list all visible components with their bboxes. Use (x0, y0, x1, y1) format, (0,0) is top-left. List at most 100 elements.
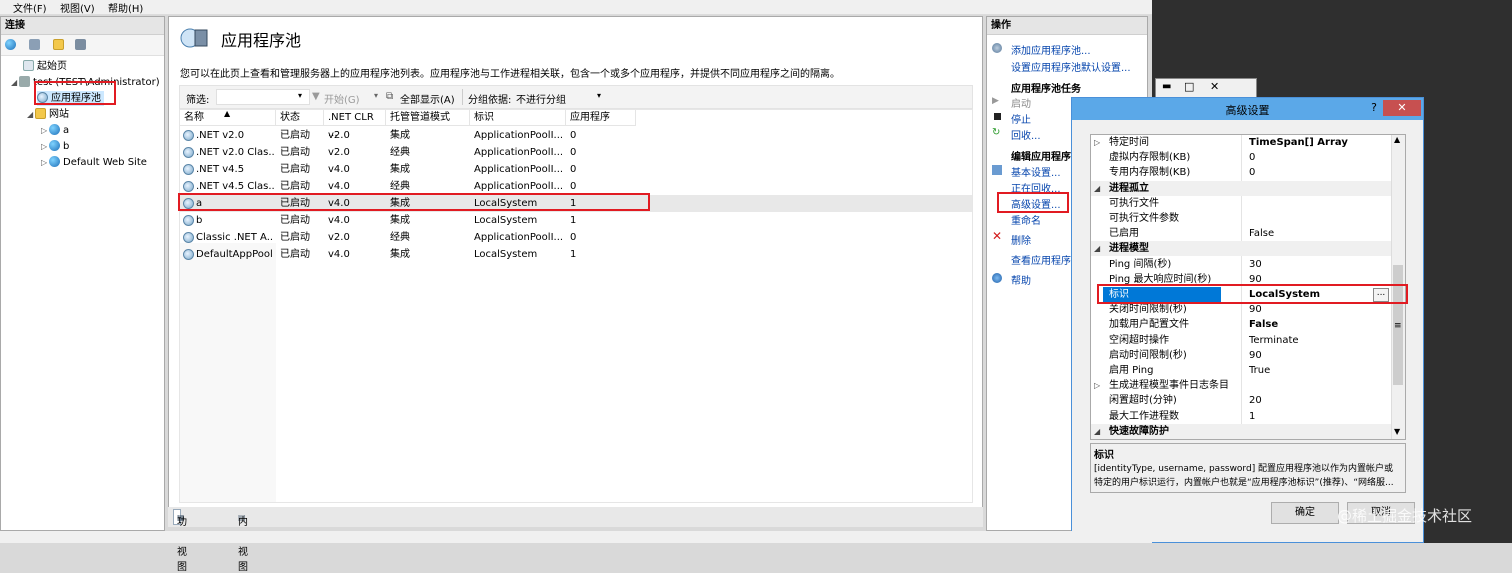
show-all-button[interactable]: 全部显示(A) (400, 91, 455, 106)
tree-item-site-a[interactable]: ▷ a (41, 123, 69, 138)
property-value[interactable]: 90 (1249, 302, 1262, 317)
collapse-arrow-icon[interactable]: ◢ (1094, 424, 1100, 439)
dialog-close-button[interactable]: ✕ (1383, 100, 1421, 116)
basic-settings-icon (992, 165, 1002, 175)
expand-arrow-icon[interactable]: ▷ (41, 155, 49, 170)
property-row[interactable]: 已启用 False (1091, 226, 1391, 241)
dialog-help-button[interactable]: ? (1366, 100, 1382, 116)
expand-arrow-icon[interactable]: ▷ (41, 123, 49, 138)
group-by-dropdown-icon[interactable]: ▾ (597, 91, 601, 100)
property-category[interactable]: ◢ 快速故障防护 (1091, 423, 1391, 439)
toolbar-separator (462, 89, 463, 105)
expand-arrow-icon[interactable]: ▷ (1094, 135, 1100, 150)
collapse-arrow-icon[interactable]: ◢ (11, 75, 19, 90)
connect-globe-icon[interactable] (5, 39, 16, 50)
property-row[interactable]: 关闭时间限制(秒) 90 (1091, 302, 1391, 317)
disconnect-icon[interactable] (75, 39, 86, 50)
property-row[interactable]: 可执行文件参数 (1091, 211, 1391, 226)
property-category[interactable]: ◢ 进程孤立 (1091, 180, 1391, 196)
tree-item-start-page[interactable]: 起始页 (23, 59, 67, 74)
property-value[interactable]: 0 (1249, 150, 1255, 165)
expand-arrow-icon[interactable]: ▷ (41, 139, 49, 154)
save-icon[interactable] (29, 39, 40, 50)
property-name: 加载用户配置文件 (1109, 319, 1189, 331)
property-row[interactable]: 可执行文件 (1091, 196, 1391, 211)
tree-item-default-web-site[interactable]: ▷ Default Web Site (41, 155, 147, 170)
property-value[interactable]: Terminate (1249, 333, 1299, 348)
tree-item-site-b[interactable]: ▷ b (41, 139, 69, 154)
column-header-clr[interactable]: .NET CLR ... (324, 110, 386, 139)
property-name: 可执行文件 (1109, 197, 1159, 209)
property-value[interactable]: 1 (1249, 409, 1255, 424)
property-row[interactable]: 专用内存限制(KB) 0 (1091, 165, 1391, 180)
table-row[interactable]: .NET v2.0 Clas... 已启动 v2.0 经典 ApplicationPoo… (180, 144, 972, 161)
minimize-icon[interactable]: ▬ (1162, 81, 1171, 92)
menu-view[interactable]: 视图(V) (60, 0, 95, 15)
property-value[interactable]: False (1249, 226, 1274, 241)
start-filter-button[interactable]: 开始(G) (324, 91, 360, 106)
ok-button[interactable]: 确定 (1271, 502, 1339, 524)
property-row[interactable]: Ping 间隔(秒) 30 (1091, 257, 1391, 272)
property-value[interactable]: 0 (1249, 165, 1255, 180)
cell-clr: v4.0 (328, 249, 350, 260)
basic-settings-link[interactable]: 基本设置... (1011, 164, 1061, 179)
property-row[interactable]: ▷ 生成进程模型事件日志条目 (1091, 378, 1391, 393)
table-row[interactable]: b 已启动 v4.0 集成 LocalSystem 1 (180, 212, 972, 229)
property-row[interactable]: 虚拟内存限制(KB) 0 (1091, 150, 1391, 165)
property-row[interactable]: 启动时间限制(秒) 90 (1091, 348, 1391, 363)
property-row[interactable]: 空闲超时操作 Terminate (1091, 333, 1391, 348)
tree-item-sites[interactable]: ◢ 网站 (27, 107, 69, 122)
table-row[interactable]: Classic .NET A... 已启动 v2.0 经典 ApplicationPoo… (180, 229, 972, 246)
column-header-applications[interactable]: 应用程序 (566, 110, 636, 126)
grid-empty-area (180, 243, 276, 502)
property-value[interactable]: False (1249, 317, 1278, 332)
filter-input[interactable] (216, 89, 310, 105)
expand-arrow-icon[interactable]: ▷ (1094, 378, 1100, 393)
property-category[interactable]: ◢ 进程模型 (1091, 241, 1391, 257)
recycle-action[interactable]: 回收... (1011, 127, 1041, 142)
table-row[interactable]: .NET v2.0 已启动 v2.0 集成 ApplicationPoolI... 0 (180, 127, 972, 144)
property-row[interactable]: 启用 Ping True (1091, 363, 1391, 378)
close-icon[interactable]: ✕ (1210, 80, 1219, 93)
property-value[interactable]: TimeSpan[] Array (1249, 135, 1348, 150)
cell-name: DefaultAppPool (196, 249, 273, 260)
filter-funnel-icon: ▼ (312, 91, 320, 102)
up-folder-icon[interactable] (53, 39, 64, 50)
group-by-select[interactable]: 不进行分组 (516, 91, 566, 106)
column-header-name[interactable]: 名称 ▲ (180, 109, 276, 126)
start-dropdown-icon[interactable]: ▾ (374, 91, 378, 100)
cell-name: b (196, 215, 203, 226)
menu-file[interactable]: 文件(F) (13, 0, 47, 15)
set-pool-defaults-link[interactable]: 设置应用程序池默认设置... (1011, 59, 1131, 74)
property-value[interactable]: True (1249, 363, 1270, 378)
property-value[interactable]: 20 (1249, 393, 1262, 408)
features-view-tab[interactable]: ▦ 功能视图 (173, 509, 187, 573)
help-link[interactable]: 帮助 (1011, 272, 1031, 287)
property-row[interactable]: 最大工作进程数 1 (1091, 409, 1391, 424)
property-row[interactable]: 闲置超时(分钟) 20 (1091, 393, 1391, 408)
scroll-up-icon[interactable]: ▲ (1394, 135, 1400, 144)
column-header-pipeline[interactable]: 托管管道模式 (386, 110, 470, 126)
column-header-identity[interactable]: 标识 (470, 110, 566, 126)
app-pool-icon (183, 130, 194, 141)
column-header-status[interactable]: 状态 (276, 110, 324, 126)
property-row[interactable]: 加载用户配置文件 False (1091, 317, 1391, 332)
menu-help[interactable]: 帮助(H) (108, 0, 143, 15)
maximize-icon[interactable]: □ (1184, 80, 1194, 93)
table-row[interactable]: .NET v4.5 已启动 v4.0 集成 ApplicationPoolI... 0 (180, 161, 972, 178)
property-value[interactable]: 90 (1249, 348, 1262, 363)
stop-action[interactable]: 停止 (1011, 111, 1031, 126)
collapse-arrow-icon[interactable]: ◢ (27, 107, 35, 122)
filter-dropdown-icon[interactable]: ▾ (298, 91, 302, 100)
collapse-arrow-icon[interactable]: ◢ (1094, 241, 1100, 256)
start-action[interactable]: 启动 (1011, 95, 1031, 110)
property-name: 空闲超时操作 (1109, 334, 1169, 346)
collapse-arrow-icon[interactable]: ◢ (1094, 181, 1100, 196)
delete-link[interactable]: 删除 (1011, 232, 1031, 247)
scroll-down-icon[interactable]: ▼ (1394, 427, 1400, 436)
table-row[interactable]: DefaultAppPool 已启动 v4.0 集成 LocalSystem 1 (180, 246, 972, 263)
rename-link[interactable]: 重命名 (1011, 212, 1041, 227)
property-row[interactable]: ▷ 特定时间 TimeSpan[] Array (1091, 135, 1391, 150)
property-value[interactable]: 30 (1249, 257, 1262, 272)
add-app-pool-link[interactable]: 添加应用程序池... (1011, 42, 1091, 57)
